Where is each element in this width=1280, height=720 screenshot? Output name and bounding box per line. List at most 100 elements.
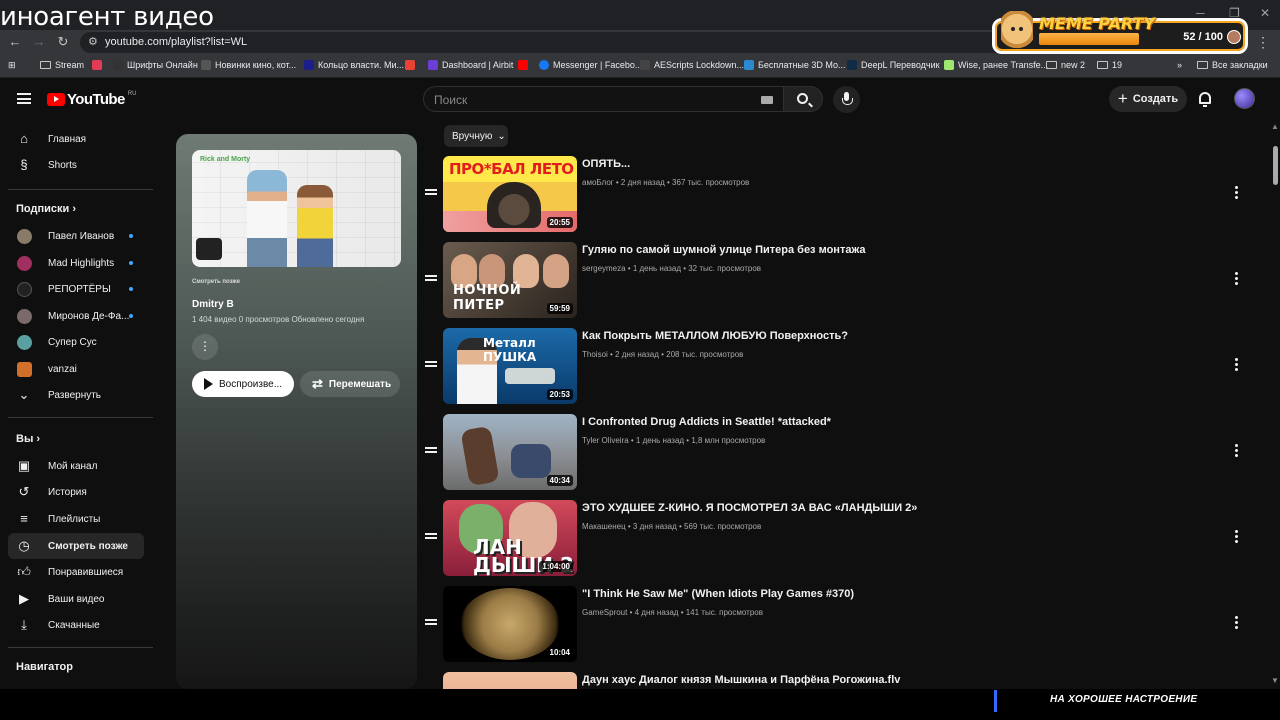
- playlist-video-row[interactable]: ПРО*БАЛ ЛЕТО 20:55 ОПЯТЬ... амоБлог • 2 …: [420, 156, 1260, 236]
- bookmark-red[interactable]: [92, 60, 102, 70]
- search-input[interactable]: Поиск: [423, 86, 788, 112]
- video-thumbnail[interactable]: Металл ПУШКА 20:53: [443, 328, 577, 404]
- sidebar-item-watch-later[interactable]: ◷ Смотреть позже: [8, 533, 144, 559]
- bookmark-airbit[interactable]: Dashboard | Airbit: [428, 60, 513, 70]
- youtube-logo[interactable]: YouTube RU: [47, 91, 136, 108]
- browser-menu-icon[interactable]: ⋮: [1256, 34, 1270, 51]
- hamburger-menu-icon[interactable]: [17, 93, 31, 104]
- bookmark-stream[interactable]: Stream: [40, 60, 84, 70]
- account-avatar[interactable]: [1234, 88, 1255, 109]
- video-menu-icon[interactable]: [1235, 444, 1239, 458]
- video-menu-icon[interactable]: [1235, 358, 1239, 372]
- bookmark-aescripts[interactable]: AEScripts Lockdown...: [640, 60, 744, 70]
- video-title[interactable]: I Confronted Drug Addicts in Seattle! *a…: [582, 416, 831, 428]
- sidebar-item-subscription[interactable]: vanzai: [8, 356, 144, 382]
- video-menu-icon[interactable]: [1235, 186, 1239, 200]
- play-all-button[interactable]: Воспроизве...: [192, 371, 294, 397]
- bookmark-new2[interactable]: new 2: [1046, 60, 1085, 70]
- sidebar-item-liked[interactable]: 👍︎ Понравившиеся: [8, 559, 144, 585]
- playlist-video-row[interactable]: 40:34 I Confronted Drug Addicts in Seatt…: [420, 414, 1260, 494]
- sidebar-item-subscription[interactable]: Супер Сус: [8, 329, 144, 355]
- drag-handle-icon[interactable]: [425, 189, 437, 195]
- bookmark-youtube[interactable]: [518, 60, 528, 70]
- drag-handle-icon[interactable]: [425, 361, 437, 367]
- drag-handle-icon[interactable]: [425, 619, 437, 625]
- video-menu-icon[interactable]: [1235, 530, 1239, 544]
- address-url[interactable]: youtube.com/playlist?list=WL: [105, 36, 247, 48]
- video-menu-icon[interactable]: [1235, 272, 1239, 286]
- you-heading[interactable]: Вы ›: [16, 433, 40, 445]
- scrollbar-thumb[interactable]: [1273, 146, 1278, 185]
- sidebar-item-your-videos[interactable]: ▶ Ваши видео: [8, 586, 144, 612]
- playlist-video-row[interactable]: 10:04 "I Think He Saw Me" (When Idiots P…: [420, 586, 1260, 666]
- video-thumbnail[interactable]: 10:04: [443, 586, 577, 662]
- playlist-owner[interactable]: Dmitry B: [192, 299, 234, 310]
- bookmark-19[interactable]: 19: [1097, 60, 1122, 70]
- video-duration: 20:53: [546, 389, 573, 400]
- bookmark-messenger[interactable]: Messenger | Facebo...: [539, 60, 642, 70]
- create-button[interactable]: + Создать: [1109, 86, 1187, 112]
- playlist-thumbnail[interactable]: Rick and Morty: [192, 150, 401, 267]
- sidebar-item-home[interactable]: ⌂ Главная: [8, 126, 144, 152]
- keyboard-icon[interactable]: [761, 96, 773, 104]
- banner-accent: [994, 690, 997, 712]
- new-content-dot: [129, 314, 133, 318]
- voice-search-icon[interactable]: [833, 86, 860, 113]
- sidebar-item-subscription[interactable]: Mad Highlights: [8, 250, 144, 276]
- search-button[interactable]: [783, 86, 823, 112]
- video-title[interactable]: Даун хаус Диалог князя Мышкина и Парфёна…: [582, 674, 900, 686]
- apps-icon[interactable]: ⊞: [8, 60, 16, 71]
- video-thumbnail[interactable]: ПРО*БАЛ ЛЕТО 20:55: [443, 156, 577, 232]
- bookmark-rings[interactable]: Кольцо власти. Ми...: [304, 60, 404, 70]
- scroll-up-arrow[interactable]: ▲: [1271, 122, 1279, 131]
- playlist-video-row[interactable]: НОЧНОЙ ПИТЕР 59:59 Гуляю по самой шумной…: [420, 242, 1260, 322]
- video-title[interactable]: Гуляю по самой шумной улице Питера без м…: [582, 244, 866, 256]
- sidebar-item-downloads[interactable]: ⤓ Скачанные: [8, 612, 144, 638]
- drag-handle-icon[interactable]: [425, 275, 437, 281]
- sort-dropdown[interactable]: Вручную ⌄: [444, 125, 508, 147]
- video-title[interactable]: ЭТО ХУДШЕЕ Z-КИНО. Я ПОСМОТРЕЛ ЗА ВАС «Л…: [582, 502, 917, 514]
- video-thumbnail[interactable]: ЛАН ДЫШИ 2 1:04:00: [443, 500, 577, 576]
- bookmark-fonts[interactable]: Шрифты Онлайн: [113, 60, 198, 70]
- drag-handle-icon[interactable]: [425, 533, 437, 539]
- sidebar-item-history[interactable]: ↺ История: [8, 479, 144, 505]
- bookmarks-overflow-icon[interactable]: »: [1177, 60, 1182, 70]
- close-icon[interactable]: ✕: [1260, 6, 1270, 20]
- video-thumbnail[interactable]: НОЧНОЙ ПИТЕР 59:59: [443, 242, 577, 318]
- video-thumbnail[interactable]: [443, 672, 577, 689]
- shuffle-button[interactable]: ⇄ Перемешать: [300, 371, 400, 397]
- sidebar-item-shorts[interactable]: § Shorts: [8, 152, 144, 178]
- video-title[interactable]: "I Think He Saw Me" (When Idiots Play Ga…: [582, 588, 854, 600]
- site-info-icon[interactable]: ⚙: [88, 35, 98, 48]
- bookmark-icon: [113, 60, 123, 70]
- notifications-bell-icon[interactable]: [1199, 92, 1211, 107]
- playlist-video-row[interactable]: Даун хаус Диалог князя Мышкина и Парфёна…: [420, 672, 1260, 689]
- bookmark-movies[interactable]: Новинки кино, кот...: [201, 60, 296, 70]
- playlist-video-row[interactable]: Металл ПУШКА 20:53 Как Покрыть МЕТАЛЛОМ …: [420, 328, 1260, 408]
- video-menu-icon[interactable]: [1235, 616, 1239, 630]
- bookmark-deepl[interactable]: DeepL Переводчик: [847, 60, 940, 70]
- sidebar-item-playlists[interactable]: ≡ Плейлисты: [8, 506, 144, 532]
- scroll-down-arrow[interactable]: ▼: [1271, 676, 1279, 685]
- forward-icon[interactable]: →: [31, 34, 47, 50]
- video-thumbnail[interactable]: 40:34: [443, 414, 577, 490]
- drag-handle-icon[interactable]: [425, 447, 437, 453]
- bookmark-all[interactable]: Все закладки: [1197, 60, 1268, 70]
- sidebar-item-subscription[interactable]: Павел Иванов: [8, 223, 144, 249]
- video-title[interactable]: ОПЯТЬ...: [582, 158, 630, 170]
- playlist-video-row[interactable]: ЛАН ДЫШИ 2 1:04:00 ЭТО ХУДШЕЕ Z-КИНО. Я …: [420, 500, 1260, 580]
- video-title[interactable]: Как Покрыть МЕТАЛЛОМ ЛЮБУЮ Поверхность?: [582, 330, 848, 342]
- bookmark-wise[interactable]: Wise, ранее Transfe...: [944, 60, 1048, 70]
- subscriptions-heading[interactable]: Подписки ›: [16, 203, 76, 215]
- reload-icon[interactable]: ↻: [55, 34, 71, 50]
- sidebar-item-expand[interactable]: ⌄ Развернуть: [8, 382, 144, 408]
- back-icon[interactable]: ←: [7, 34, 23, 50]
- monkey-figure: [487, 182, 541, 228]
- more-actions-icon[interactable]: ⋮: [192, 334, 218, 360]
- bookmark-gmail[interactable]: [405, 60, 415, 70]
- sidebar-item-subscription[interactable]: РЕПОРТЁРЫ: [8, 276, 144, 302]
- sidebar-item-subscription[interactable]: Миронов Де-Фа...: [8, 303, 144, 329]
- sidebar-item-my-channel[interactable]: ▣ Мой канал: [8, 453, 144, 479]
- bookmark-3d[interactable]: Бесплатные 3D Мо...: [744, 60, 846, 70]
- meme-progress-bar: [1039, 33, 1139, 45]
